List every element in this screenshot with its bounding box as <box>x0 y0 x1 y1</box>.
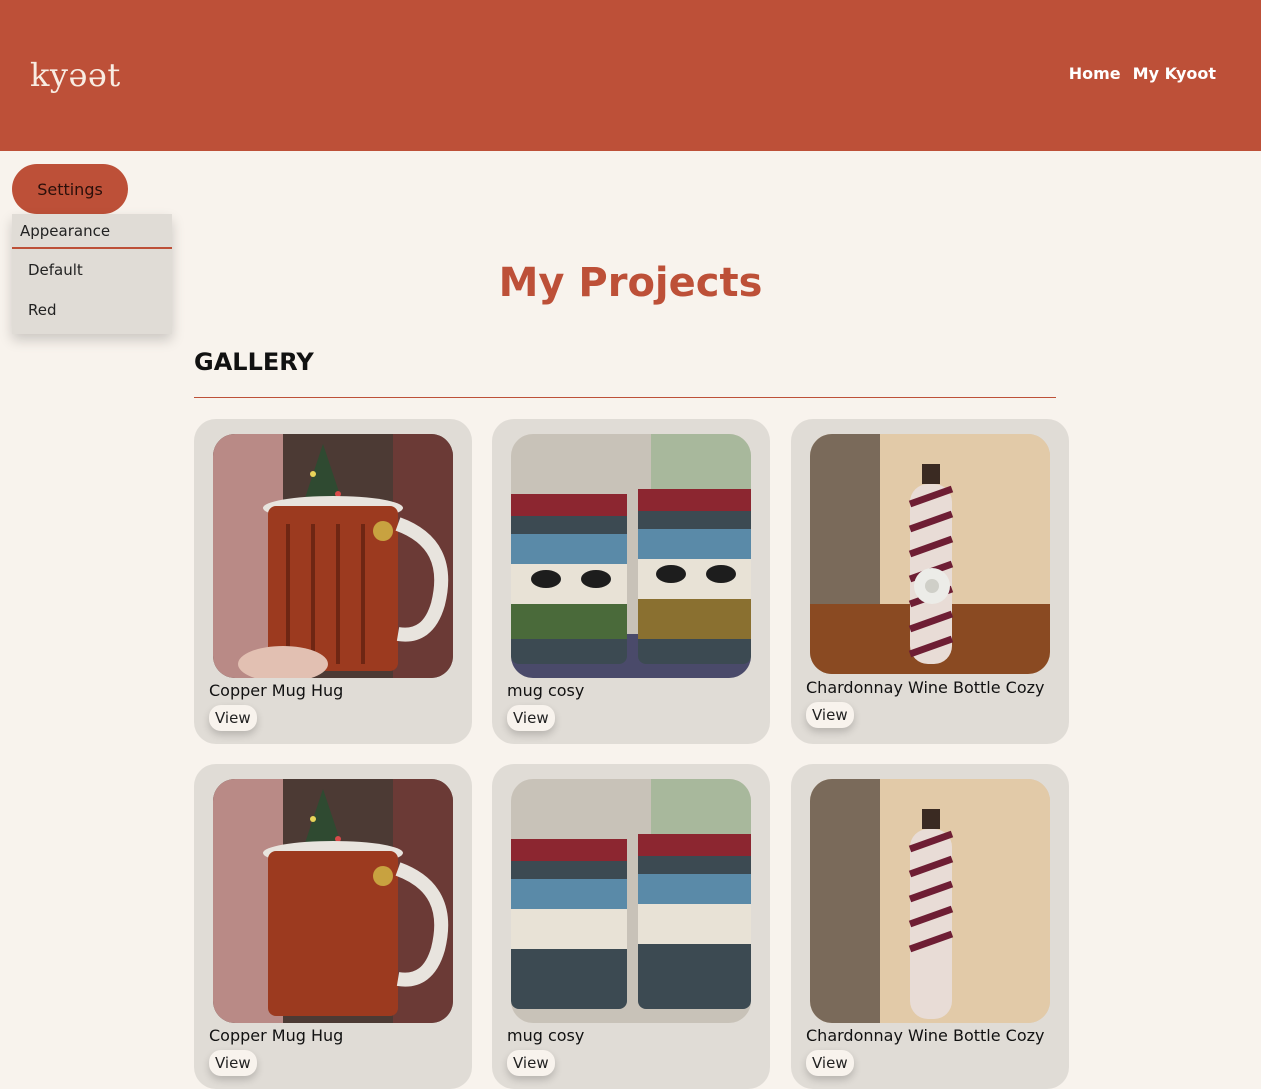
project-photo-wine-cozy[interactable] <box>810 434 1050 674</box>
view-button[interactable]: View <box>507 705 555 731</box>
project-card: Chardonnay Wine Bottle Cozy View <box>791 419 1069 744</box>
project-card: mug cosy View <box>492 419 770 744</box>
gallery-heading: GALLERY <box>194 348 314 376</box>
main-nav: Home My Kyoot <box>1069 64 1216 83</box>
project-photo-mug-cosy[interactable] <box>511 779 751 1023</box>
project-card: Chardonnay Wine Bottle Cozy View <box>791 764 1069 1089</box>
project-photo-mug-hug[interactable] <box>213 434 453 678</box>
logo[interactable]: kyəət <box>30 56 121 94</box>
project-title: Chardonnay Wine Bottle Cozy <box>806 678 1045 697</box>
project-title: mug cosy <box>507 1026 585 1045</box>
project-title: Copper Mug Hug <box>209 1026 344 1045</box>
view-button[interactable]: View <box>209 705 257 731</box>
view-button[interactable]: View <box>209 1050 257 1076</box>
settings-button[interactable]: Settings <box>12 164 128 214</box>
project-photo-mug-hug[interactable] <box>213 779 453 1023</box>
project-photo-mug-cosy[interactable] <box>511 434 751 678</box>
view-button[interactable]: View <box>507 1050 555 1076</box>
view-button[interactable]: View <box>806 702 854 728</box>
project-title: mug cosy <box>507 681 585 700</box>
appearance-heading: Appearance <box>12 214 172 249</box>
page-title: My Projects <box>498 260 763 306</box>
gallery-divider <box>194 397 1056 398</box>
site-header: kyəət Home My Kyoot <box>0 0 1261 151</box>
nav-my-kyoot-link[interactable]: My Kyoot <box>1133 64 1216 83</box>
project-photo-wine-cozy[interactable] <box>810 779 1050 1023</box>
project-card: Copper Mug Hug View <box>194 764 472 1089</box>
project-title: Copper Mug Hug <box>209 681 344 700</box>
project-card: Copper Mug Hug View <box>194 419 472 744</box>
project-title: Chardonnay Wine Bottle Cozy <box>806 1026 1045 1045</box>
nav-home-link[interactable]: Home <box>1069 64 1121 83</box>
project-card: mug cosy View <box>492 764 770 1089</box>
view-button[interactable]: View <box>806 1050 854 1076</box>
